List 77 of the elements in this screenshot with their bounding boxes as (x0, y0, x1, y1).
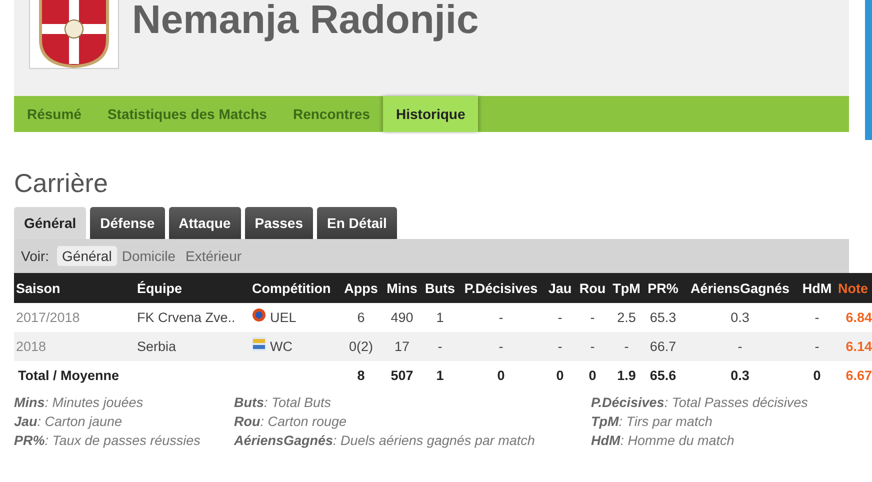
table-cell: 2018 (14, 332, 135, 361)
tab[interactable]: Passes (244, 207, 314, 239)
table-cell: - (798, 332, 836, 361)
table-cell: - (576, 303, 609, 332)
table-cell: 8 (340, 361, 382, 390)
tab[interactable]: Attaque (168, 207, 241, 239)
legend-entry: Mins: Minutes jouées (14, 395, 144, 410)
column-header[interactable]: Note (836, 273, 872, 303)
column-header[interactable]: Mins (382, 273, 422, 303)
column-header[interactable]: Apps (340, 273, 382, 303)
legend-entry: PR%: Taux de passes réussies (14, 433, 202, 448)
table-cell: 0.3 (682, 303, 798, 332)
legend-entry: P.Décisives: Total Passes décisives (591, 395, 808, 410)
column-header[interactable]: Rou (576, 273, 609, 303)
column-header[interactable]: Jau (544, 273, 576, 303)
badge-icon (252, 336, 266, 350)
table-cell: FK Crvena Zve.. (135, 303, 250, 332)
table-cell: 0 (798, 361, 836, 390)
filter-option[interactable]: Domicile (116, 246, 181, 266)
rating-value: 6.67 (836, 361, 872, 390)
column-header[interactable]: Buts (422, 273, 458, 303)
table-cell: 1 (422, 361, 458, 390)
table-cell: 1 (422, 303, 458, 332)
column-header[interactable]: AériensGagnés (682, 273, 798, 303)
table-cell: - (798, 303, 836, 332)
table-cell: 0 (458, 361, 544, 390)
table-cell: - (458, 332, 544, 361)
table-cell: 507 (382, 361, 422, 390)
rating-value: 6.84 (836, 303, 872, 332)
badge-icon (252, 308, 266, 322)
column-header[interactable]: PR% (644, 273, 682, 303)
table-cell: - (682, 332, 798, 361)
legend-entry: AériensGagnés: Duels aériens gagnés par match (234, 433, 536, 448)
column-header[interactable]: HdM (798, 273, 836, 303)
table-cell: - (576, 332, 609, 361)
section-title: Carrière (14, 168, 109, 198)
table-cell: 0.3 (682, 361, 798, 390)
player-name: Nemanja Radonjic (132, 0, 479, 40)
nav-tab[interactable]: Historique (383, 96, 478, 132)
table-cell: 0 (576, 361, 609, 390)
tab[interactable]: En Détail (317, 207, 397, 239)
rating-value: 6.14 (836, 332, 872, 361)
filter-option[interactable]: Général (57, 246, 117, 266)
competition-name: WC (270, 339, 292, 354)
tab[interactable]: Général (14, 207, 86, 239)
legend-entry: HdM: Homme du match (591, 433, 736, 448)
competition-name: UEL (270, 310, 296, 325)
table-cell: - (544, 332, 576, 361)
column-header[interactable]: P.Décisives (458, 273, 544, 303)
total-label: Total / Moyenne (14, 361, 340, 390)
table-cell: 1.9 (609, 361, 644, 390)
column-header[interactable]: Saison (14, 273, 135, 303)
table-cell: 490 (382, 303, 422, 332)
table-cell: 0 (544, 361, 576, 390)
table-cell: 17 (382, 332, 422, 361)
table-cell: - (544, 303, 576, 332)
table-cell: - (609, 332, 644, 361)
filter-option[interactable]: Extérieur (180, 246, 247, 266)
table-cell: 6 (340, 303, 382, 332)
table-cell: 2017/2018 (14, 303, 135, 332)
tab[interactable]: Défense (90, 207, 165, 239)
table-cell: - (422, 332, 458, 361)
table-cell: Serbia (135, 332, 250, 361)
column-header[interactable]: Équipe (135, 273, 250, 303)
table-cell: 65.6 (644, 361, 682, 390)
table-cell: 66.7 (644, 332, 682, 361)
table-cell: - (458, 303, 544, 332)
legend-entry: Buts: Total Buts (234, 395, 332, 410)
table-cell: 65.3 (644, 303, 682, 332)
table-cell: 0(2) (340, 332, 382, 361)
table-cell: 2.5 (609, 303, 644, 332)
column-header[interactable]: Compétition (250, 273, 340, 303)
legend-entry: Rou: Carton rouge (234, 414, 348, 429)
column-header[interactable]: TpM (609, 273, 644, 303)
legend-entry: TpM: Tirs par match (591, 414, 714, 429)
filter-label: Voir: (21, 248, 50, 264)
legend-entry: Jau: Carton jaune (14, 414, 124, 429)
